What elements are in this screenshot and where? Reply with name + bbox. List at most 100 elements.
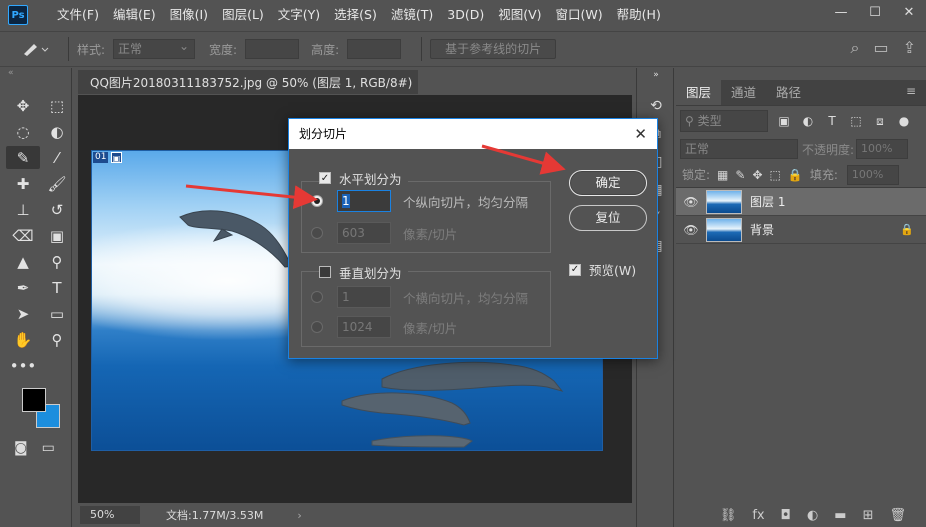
menu-file[interactable]: 文件(F) xyxy=(50,0,106,30)
menu-edit[interactable]: 编辑(E) xyxy=(106,0,163,30)
eyedropper-tool-icon[interactable]: ⁄ xyxy=(40,146,74,169)
vertical-pixels-radio[interactable] xyxy=(311,321,323,333)
tab-paths[interactable]: 路径 xyxy=(766,80,811,105)
ok-button[interactable]: 确定 xyxy=(569,170,647,196)
filter-toggle-icon[interactable]: ● xyxy=(896,114,912,128)
search-icon[interactable]: ⌕ xyxy=(851,38,860,58)
visibility-eye-icon[interactable]: 👁 xyxy=(676,223,706,237)
lock-transparent-icon[interactable]: ▦ xyxy=(717,168,728,182)
close-icon[interactable]: ✕ xyxy=(634,119,647,149)
eraser-tool-icon[interactable]: ⌫ xyxy=(6,224,40,247)
more-tools-icon[interactable]: ••• xyxy=(6,354,40,377)
lasso-tool-icon[interactable]: ◌ xyxy=(6,120,40,143)
slice-tool-icon[interactable]: ✎ xyxy=(6,146,40,169)
slices-from-guides-button[interactable]: 基于参考线的切片 xyxy=(430,39,557,59)
path-select-tool-icon[interactable]: ➤ xyxy=(6,302,40,325)
new-layer-icon[interactable]: ⊞ xyxy=(863,508,874,523)
move-tool-icon[interactable]: ✥ xyxy=(6,94,40,117)
hand-tool-icon[interactable]: ✋ xyxy=(6,328,40,351)
stamp-tool-icon[interactable]: ⊥ xyxy=(6,198,40,221)
vertical-count-radio[interactable] xyxy=(311,291,323,303)
healing-brush-tool-icon[interactable]: ✚ xyxy=(6,172,40,195)
document-size-info[interactable]: 文档:1.77M/3.53M xyxy=(166,507,263,523)
menu-filter[interactable]: 滤镜(T) xyxy=(384,0,440,30)
menu-view[interactable]: 视图(V) xyxy=(491,0,548,30)
menu-select[interactable]: 选择(S) xyxy=(327,0,384,30)
menu-help[interactable]: 帮助(H) xyxy=(610,0,668,30)
style-select[interactable]: 正常 xyxy=(113,37,196,59)
vertical-pixels-input[interactable]: 1024 xyxy=(337,316,391,338)
new-group-icon[interactable]: ▬ xyxy=(834,508,846,523)
link-layers-icon[interactable]: ⛓ xyxy=(720,508,737,523)
height-input[interactable] xyxy=(347,39,402,59)
filter-kind-select[interactable]: ⚲ 类型 xyxy=(680,110,768,132)
type-filter-icon[interactable]: T xyxy=(824,114,840,128)
vertical-header: 垂直划分为 xyxy=(319,261,408,283)
lock-position-icon[interactable]: ✥ xyxy=(752,168,762,182)
status-menu-icon[interactable]: › xyxy=(297,509,301,522)
dodge-tool-icon[interactable]: ⚲ xyxy=(40,250,74,273)
menu-3d[interactable]: 3D(D) xyxy=(440,0,491,30)
vertical-count-input[interactable]: 1 xyxy=(337,286,391,308)
history-panel-icon[interactable]: ⟲ xyxy=(637,92,675,120)
visibility-eye-icon[interactable]: 👁 xyxy=(676,195,706,209)
fill-input[interactable]: 100% xyxy=(846,164,899,185)
gradient-tool-icon[interactable]: ▣ xyxy=(40,224,74,247)
zoom-level-field[interactable]: 50% xyxy=(80,506,140,524)
add-mask-icon[interactable]: ◘ xyxy=(781,508,791,523)
smart-object-filter-icon[interactable]: ⧈ xyxy=(872,114,888,129)
blur-tool-icon[interactable]: ▲ xyxy=(6,250,40,273)
lock-image-icon[interactable]: ✎ xyxy=(735,168,745,182)
horizontal-count-radio[interactable] xyxy=(311,195,323,207)
minimize-icon[interactable]: — xyxy=(824,0,858,24)
adjustment-layer-icon[interactable]: ◐ xyxy=(807,508,818,523)
share-icon[interactable]: ⇪ xyxy=(903,38,916,58)
layer-row-layer1[interactable]: 👁 图层 1 xyxy=(676,188,926,216)
menu-window[interactable]: 窗口(W) xyxy=(549,0,610,30)
foreground-color-swatch[interactable] xyxy=(22,388,46,412)
screen-mode-icon[interactable]: ▭ xyxy=(42,440,55,456)
menu-type[interactable]: 文字(Y) xyxy=(271,0,327,30)
horizontal-count-input[interactable]: 1 xyxy=(337,190,391,212)
adjustment-filter-icon[interactable]: ◐ xyxy=(800,114,816,128)
document-tab[interactable]: QQ图片20180311183752.jpg @ 50% (图层 1, RGB/… xyxy=(78,68,418,116)
delete-layer-icon[interactable]: 🗑 xyxy=(889,508,906,523)
zoom-tool-icon[interactable]: ⚲ xyxy=(40,328,74,351)
reset-button[interactable]: 复位 xyxy=(569,205,647,231)
collapse-icon[interactable]: « xyxy=(0,68,71,80)
quick-select-tool-icon[interactable]: ◐ xyxy=(40,120,74,143)
tab-layers[interactable]: 图层 xyxy=(676,80,722,105)
layer-row-background[interactable]: 👁 背景 🔒 xyxy=(676,216,926,244)
horizontal-pixels-radio[interactable] xyxy=(311,227,323,239)
marquee-tool-icon[interactable]: ⬚ xyxy=(40,94,74,117)
preview-checkbox[interactable]: ✓ xyxy=(569,263,581,276)
panel-menu-icon[interactable]: ≡ xyxy=(906,84,916,98)
rectangle-tool-icon[interactable]: ▭ xyxy=(40,302,74,325)
quick-mask-icon[interactable]: ◙ xyxy=(14,440,28,456)
swimming-dolphin-2 xyxy=(341,392,471,426)
shape-filter-icon[interactable]: ⬚ xyxy=(848,114,864,128)
horizontal-pixels-input[interactable]: 603 xyxy=(337,222,391,244)
workspace-icon[interactable]: ▭ xyxy=(873,38,888,58)
width-input[interactable] xyxy=(245,39,300,59)
horizontal-checkbox[interactable]: ✓ xyxy=(319,172,331,184)
layers-panel: 图层 通道 路径 ≡ ⚲ 类型 ▣ ◐ T ⬚ ⧈ ● 正常 不透明度: 100… xyxy=(676,68,926,527)
menu-layer[interactable]: 图层(L) xyxy=(215,0,271,30)
menu-image[interactable]: 图像(I) xyxy=(163,0,215,30)
brush-tool-icon[interactable]: 🖌 xyxy=(40,172,74,195)
pixel-filter-icon[interactable]: ▣ xyxy=(776,114,792,128)
maximize-icon[interactable]: ☐ xyxy=(858,0,892,24)
close-window-icon[interactable]: ✕ xyxy=(892,0,926,24)
blend-mode-select[interactable]: 正常 xyxy=(680,139,798,159)
opacity-input[interactable]: 100% xyxy=(856,139,909,159)
tab-channels[interactable]: 通道 xyxy=(721,80,766,105)
lock-all-icon[interactable]: 🔒 xyxy=(788,168,803,182)
history-brush-tool-icon[interactable]: ↺ xyxy=(40,198,74,221)
collapse-icon[interactable]: » xyxy=(637,68,675,82)
pen-tool-icon[interactable]: ✒ xyxy=(6,276,40,299)
type-tool-icon[interactable]: T xyxy=(40,276,74,299)
lock-artboard-icon[interactable]: ⬚ xyxy=(770,168,781,182)
layer-style-icon[interactable]: fx xyxy=(752,508,764,523)
slice-tool-preset-icon[interactable] xyxy=(20,36,60,62)
vertical-checkbox[interactable] xyxy=(319,266,331,278)
